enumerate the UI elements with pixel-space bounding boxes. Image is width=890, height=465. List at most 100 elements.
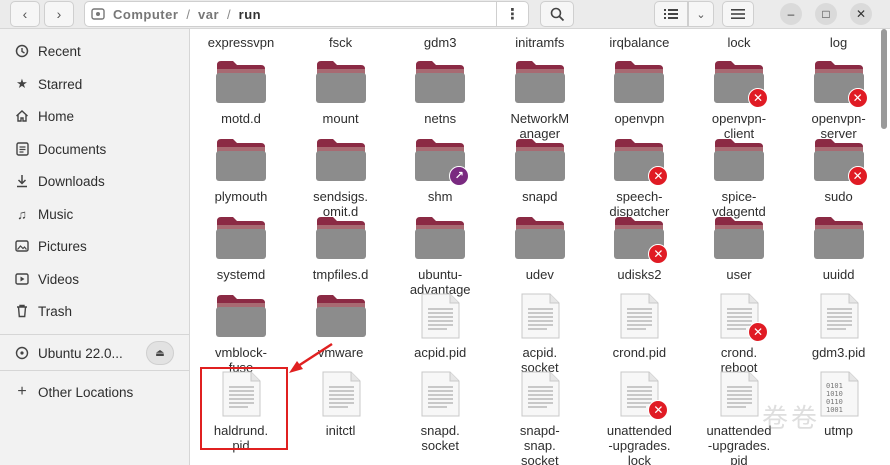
- folder-icon: [315, 137, 367, 183]
- text-file-icon: ✕: [613, 371, 669, 420]
- file-item[interactable]: gdm3: [390, 35, 490, 50]
- folder-icon: [414, 59, 466, 105]
- sidebar-item-videos[interactable]: Videos: [0, 264, 189, 294]
- folder-item[interactable]: NetworkM anager: [490, 59, 590, 141]
- sidebar-item-starred[interactable]: ★ Starred: [0, 69, 189, 99]
- symlink-emblem-icon: ↗: [449, 166, 470, 186]
- breadcrumb-run[interactable]: run: [239, 7, 261, 22]
- folder-icon: [315, 293, 367, 339]
- file-label: plymouth: [214, 189, 268, 204]
- search-button[interactable]: [540, 1, 574, 27]
- sidebar-item-documents[interactable]: Documents: [0, 134, 189, 164]
- folder-item[interactable]: ✕ speech- dispatcher: [589, 137, 689, 219]
- file-item[interactable]: ✕ unattended -upgrades. lock: [589, 371, 689, 465]
- sidebar-item-label: Documents: [38, 141, 107, 157]
- file-label: tmpfiles.d: [312, 267, 369, 282]
- folder-item[interactable]: tmpfiles.d: [291, 215, 391, 282]
- file-item[interactable]: log: [789, 35, 889, 50]
- folder-item[interactable]: uuidd: [789, 215, 889, 282]
- sidebar-item-downloads[interactable]: Downloads: [0, 166, 189, 196]
- folder-item[interactable]: spice- vdagentd: [689, 137, 789, 219]
- home-icon: [14, 109, 30, 123]
- maximize-button[interactable]: □: [815, 3, 837, 25]
- path-bar: Computer / var / run ⋮: [84, 1, 529, 27]
- file-item[interactable]: initramfs: [490, 35, 590, 50]
- file-label: user: [726, 267, 752, 282]
- no-access-emblem-icon: ✕: [748, 88, 768, 108]
- file-label: crond.pid: [612, 345, 667, 360]
- sidebar-item-label: Home: [38, 108, 75, 124]
- file-label: irqbalance: [609, 35, 670, 50]
- file-label: sudo: [824, 189, 853, 204]
- folder-item[interactable]: plymouth: [191, 137, 291, 204]
- file-label: initramfs: [515, 35, 565, 50]
- sidebar-item-recent[interactable]: Recent: [0, 36, 189, 66]
- sidebar-item-music[interactable]: ♫ Music: [0, 199, 189, 229]
- folder-item[interactable]: ✕ openvpn- client: [689, 59, 789, 141]
- sidebar-item-trash[interactable]: Trash: [0, 296, 189, 326]
- folder-item[interactable]: udev: [490, 215, 590, 282]
- folder-item[interactable]: ✕ sudo: [789, 137, 889, 204]
- folder-item[interactable]: netns: [390, 59, 490, 126]
- file-item[interactable]: ✕ crond. reboot: [689, 293, 789, 375]
- folder-item[interactable]: user: [689, 215, 789, 282]
- sidebar-item-label: Other Locations: [38, 384, 134, 400]
- folder-item[interactable]: mount: [291, 59, 391, 126]
- trash-icon: [14, 304, 30, 318]
- sidebar-item-pictures[interactable]: Pictures: [0, 231, 189, 261]
- folder-item[interactable]: sendsigs. omit.d: [291, 137, 391, 219]
- file-item[interactable]: snapd. socket: [390, 371, 490, 453]
- file-item[interactable]: gdm3.pid: [789, 293, 889, 360]
- folder-icon: [713, 137, 765, 183]
- list-view-button[interactable]: [654, 1, 688, 27]
- file-item[interactable]: irqbalance: [589, 35, 689, 50]
- svg-text:0101: 0101: [826, 382, 843, 390]
- folder-item[interactable]: snapd: [490, 137, 590, 204]
- sidebar-item-home[interactable]: Home: [0, 101, 189, 131]
- sidebar-item-label: Trash: [38, 303, 73, 319]
- folder-icon: [713, 215, 765, 261]
- breadcrumb-separator: /: [186, 6, 191, 22]
- forward-button[interactable]: ›: [44, 1, 74, 27]
- file-label: udev: [525, 267, 554, 282]
- folder-item[interactable]: ubuntu- advantage: [390, 215, 490, 297]
- sidebar-item-label: Videos: [38, 271, 80, 287]
- text-file-icon: [613, 293, 665, 339]
- file-item[interactable]: crond.pid: [589, 293, 689, 360]
- folder-icon: [215, 59, 267, 105]
- sidebar-item-other-locations[interactable]: + Other Locations: [0, 377, 189, 407]
- folder-item[interactable]: openvpn: [589, 59, 689, 126]
- text-file-icon: [514, 371, 566, 417]
- file-label: motd.d: [221, 111, 261, 126]
- file-label: log: [829, 35, 848, 50]
- file-item[interactable]: snapd- snap. socket: [490, 371, 590, 465]
- scrollbar[interactable]: [881, 29, 887, 129]
- download-icon: [14, 174, 30, 188]
- folder-item[interactable]: ✕ udisks2: [589, 215, 689, 282]
- breadcrumb-root[interactable]: Computer: [113, 7, 178, 22]
- folder-item[interactable]: ✕ openvpn- server: [789, 59, 889, 141]
- svg-text:1010: 1010: [826, 390, 843, 398]
- folder-item[interactable]: motd.d: [191, 59, 291, 126]
- close-button[interactable]: ✕: [850, 3, 872, 25]
- folder-item[interactable]: systemd: [191, 215, 291, 282]
- eject-button[interactable]: ⏏: [146, 341, 174, 365]
- plus-icon: +: [17, 383, 27, 400]
- view-options-button[interactable]: ⌄: [688, 1, 714, 27]
- file-item[interactable]: acpid. socket: [490, 293, 590, 375]
- file-item[interactable]: initctl: [291, 371, 391, 438]
- header-bar: ‹ › Computer / var / run ⋮ ⌄ – □ ✕: [0, 0, 890, 29]
- minimize-button[interactable]: –: [780, 3, 802, 25]
- file-item[interactable]: lock: [689, 35, 789, 50]
- file-item[interactable]: acpid.pid: [390, 293, 490, 360]
- main-menu-button[interactable]: [722, 1, 754, 27]
- no-access-emblem-icon: ✕: [648, 400, 669, 420]
- folder-item[interactable]: ↗ shm: [390, 137, 490, 204]
- file-item[interactable]: expressvpn: [191, 35, 291, 50]
- disc-icon: [14, 346, 30, 360]
- folder-item[interactable]: vmblock- fuse: [191, 293, 291, 375]
- breadcrumb-var[interactable]: var: [198, 7, 219, 22]
- file-item[interactable]: fsck: [291, 35, 391, 50]
- path-menu-button[interactable]: ⋮: [496, 1, 528, 27]
- back-button[interactable]: ‹: [10, 1, 40, 27]
